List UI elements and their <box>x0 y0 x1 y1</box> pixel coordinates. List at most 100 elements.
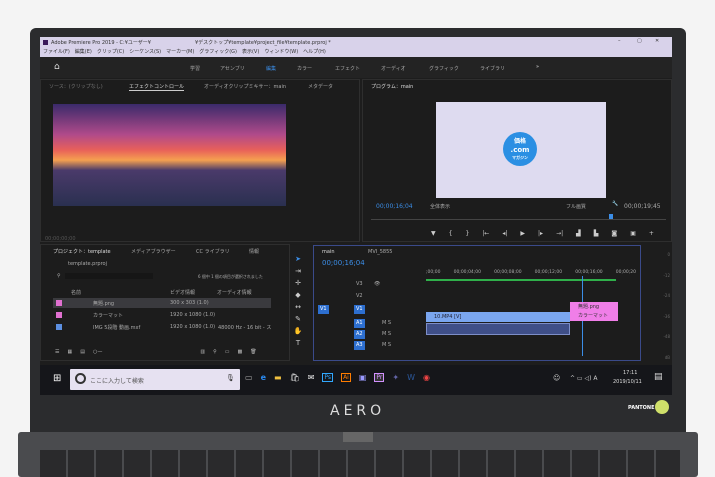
clip-audio[interactable] <box>426 323 570 335</box>
tab-effect-controls[interactable]: エフェクトコントロール <box>129 83 185 91</box>
menu-window[interactable]: ウィンドウ(W) <box>264 48 298 57</box>
table-row[interactable]: 無題.png 300 x 303 (1.0) <box>53 298 271 308</box>
workspace-color[interactable]: カラー <box>297 65 312 72</box>
go-to-out-icon[interactable]: →| <box>556 230 563 237</box>
menu-marker[interactable]: マーカー(M) <box>166 48 194 57</box>
program-timecode[interactable]: 00;00;16;04 <box>376 203 413 210</box>
new-item-icon[interactable]: ▩ <box>237 349 242 355</box>
work-area-bar[interactable] <box>426 279 616 281</box>
action-center-icon[interactable]: ▤ <box>654 372 663 382</box>
system-tray-icons[interactable]: ^ ▭ ◁) A <box>570 375 597 382</box>
menu-graphics[interactable]: グラフィック(G) <box>199 48 237 57</box>
type-tool-icon[interactable]: T <box>292 339 304 347</box>
clip-video[interactable]: 10.MP4 [V] <box>426 312 570 322</box>
clip-png[interactable]: 無題.png <box>570 302 618 312</box>
playhead[interactable] <box>609 214 613 219</box>
task-view-icon[interactable]: ▭ <box>245 373 253 382</box>
workspace-graphics[interactable]: グラフィック <box>429 65 459 72</box>
minimize-button[interactable]: – <box>618 38 621 44</box>
more-workspaces-icon[interactable]: » <box>536 64 539 70</box>
taskbar-search-input[interactable]: ここに入力して検索 🎙 <box>70 369 240 390</box>
maximize-button[interactable]: ▢ <box>637 38 642 44</box>
freeform-view-icon[interactable]: ▤ <box>80 349 85 355</box>
extract-icon[interactable]: ▙ <box>594 230 599 237</box>
wrench-icon[interactable]: 🔧 <box>612 201 618 207</box>
find-icon[interactable]: ⚲ <box>213 349 217 355</box>
workspace-assembly[interactable]: アセンブリ <box>220 65 245 72</box>
menu-sequence[interactable]: シーケンス(S) <box>129 48 161 57</box>
project-search-input[interactable] <box>65 273 153 279</box>
table-row[interactable]: カラーマット 1920 x 1080 (1.0) <box>53 310 271 320</box>
step-forward-icon[interactable]: |▸ <box>538 230 543 237</box>
eye-icon[interactable]: 👁 <box>374 280 380 289</box>
bin-icon[interactable]: ▥ <box>200 349 205 355</box>
tab-cc-libraries[interactable]: CC ライブラリ <box>196 248 230 255</box>
microphone-icon[interactable]: 🎙 <box>226 374 235 382</box>
icon-view-icon[interactable]: ▦ <box>67 349 72 355</box>
quality-select[interactable]: フル画質 <box>566 203 586 210</box>
column-name[interactable]: 名前 <box>71 289 81 296</box>
go-to-in-icon[interactable]: |← <box>482 230 489 237</box>
media-encoder-icon[interactable]: ▣ <box>359 373 367 382</box>
add-button-icon[interactable]: + <box>649 230 654 237</box>
trash-icon[interactable]: 🗑 <box>250 349 256 355</box>
teams-icon[interactable]: ✦ <box>392 373 399 382</box>
razor-icon[interactable]: ◆ <box>292 291 304 299</box>
slip-icon[interactable]: ↔ <box>292 303 304 311</box>
workspace-learn[interactable]: 学習 <box>190 65 200 72</box>
zoom-select[interactable]: 全体表示 <box>430 203 450 210</box>
menu-file[interactable]: ファイル(F) <box>43 48 70 57</box>
tab-program[interactable]: プログラム：main <box>371 83 413 90</box>
clock-time[interactable]: 17:11 <box>623 370 637 376</box>
clip-color-matte[interactable]: カラーマット <box>570 312 618 321</box>
menu-edit[interactable]: 編集(E) <box>75 48 92 57</box>
zoom-slider-icon[interactable]: ○— <box>93 349 102 355</box>
column-video-info[interactable]: ビデオ情報 <box>170 289 195 296</box>
chrome-icon[interactable]: ◉ <box>423 373 430 382</box>
tab-info[interactable]: 情報 <box>249 248 259 255</box>
list-view-icon[interactable]: ☰ <box>55 349 59 355</box>
mail-icon[interactable]: ✉ <box>308 373 315 382</box>
lift-icon[interactable]: ▟ <box>576 230 581 237</box>
tab-sequence-mvi[interactable]: MVI_5855 <box>368 249 392 255</box>
pen-icon[interactable]: ✎ <box>292 315 304 323</box>
close-button[interactable]: ✕ <box>655 38 659 44</box>
workspace-audio[interactable]: オーディオ <box>381 65 406 72</box>
ripple-edit-icon[interactable]: ✛ <box>292 279 304 287</box>
workspace-edit[interactable]: 編集 <box>266 65 276 72</box>
premiere-taskbar-icon[interactable]: Pr <box>374 373 385 382</box>
tab-source[interactable]: ソース：(クリップなし) <box>49 83 103 90</box>
clock-date[interactable]: 2019/10/11 <box>613 379 642 385</box>
menu-help[interactable]: ヘルプ(H) <box>303 48 326 57</box>
menu-clip[interactable]: クリップ(C) <box>97 48 124 57</box>
column-audio-info[interactable]: オーディオ情報 <box>217 289 252 296</box>
photoshop-icon[interactable]: Ps <box>322 373 334 382</box>
store-icon[interactable]: 🛍 <box>290 373 300 382</box>
hand-icon[interactable]: ✋ <box>292 327 304 335</box>
source-patch-v1[interactable]: V1 <box>318 305 329 314</box>
workspace-libraries[interactable]: ライブラリ <box>480 65 505 72</box>
table-row[interactable]: IMG 5段階 動画.mxf 1920 x 1080 (1.0) 48000 H… <box>53 322 271 332</box>
mark-in-icon[interactable]: { <box>449 230 453 237</box>
camera-icon[interactable]: ◙ <box>611 230 617 237</box>
menu-view[interactable]: 表示(V) <box>242 48 259 57</box>
timeline-timecode[interactable]: 00;00;16;04 <box>322 259 365 267</box>
track-select-icon[interactable]: ⇥ <box>292 267 304 275</box>
time-ruler[interactable]: ;00;00 00;00;04;00 00;00;08;00 00;00;12;00 0… <box>426 270 636 275</box>
home-icon[interactable]: ⌂ <box>54 62 60 72</box>
workspace-effects[interactable]: エフェクト <box>335 65 360 72</box>
tab-metadata[interactable]: メタデータ <box>308 83 333 90</box>
new-bin-icon[interactable]: ▭ <box>225 349 230 355</box>
file-explorer-icon[interactable]: ▬ <box>274 373 282 382</box>
word-icon[interactable]: W <box>407 373 415 382</box>
step-back-icon[interactable]: ◂| <box>502 230 507 237</box>
mark-out-icon[interactable]: } <box>465 230 469 237</box>
selection-tool-icon[interactable]: ➤ <box>292 255 304 263</box>
tab-audio-clip-mixer[interactable]: オーディオクリップミキサー：main <box>204 83 286 90</box>
tab-media-browser[interactable]: メディアブラウザー <box>131 248 176 255</box>
illustrator-icon[interactable]: Ai <box>341 373 351 382</box>
marker-icon[interactable]: ▼ <box>431 230 436 237</box>
compare-icon[interactable]: ▣ <box>630 230 636 237</box>
edge-icon[interactable]: e <box>261 373 266 382</box>
windows-start-icon[interactable]: ⊞ <box>53 373 61 384</box>
